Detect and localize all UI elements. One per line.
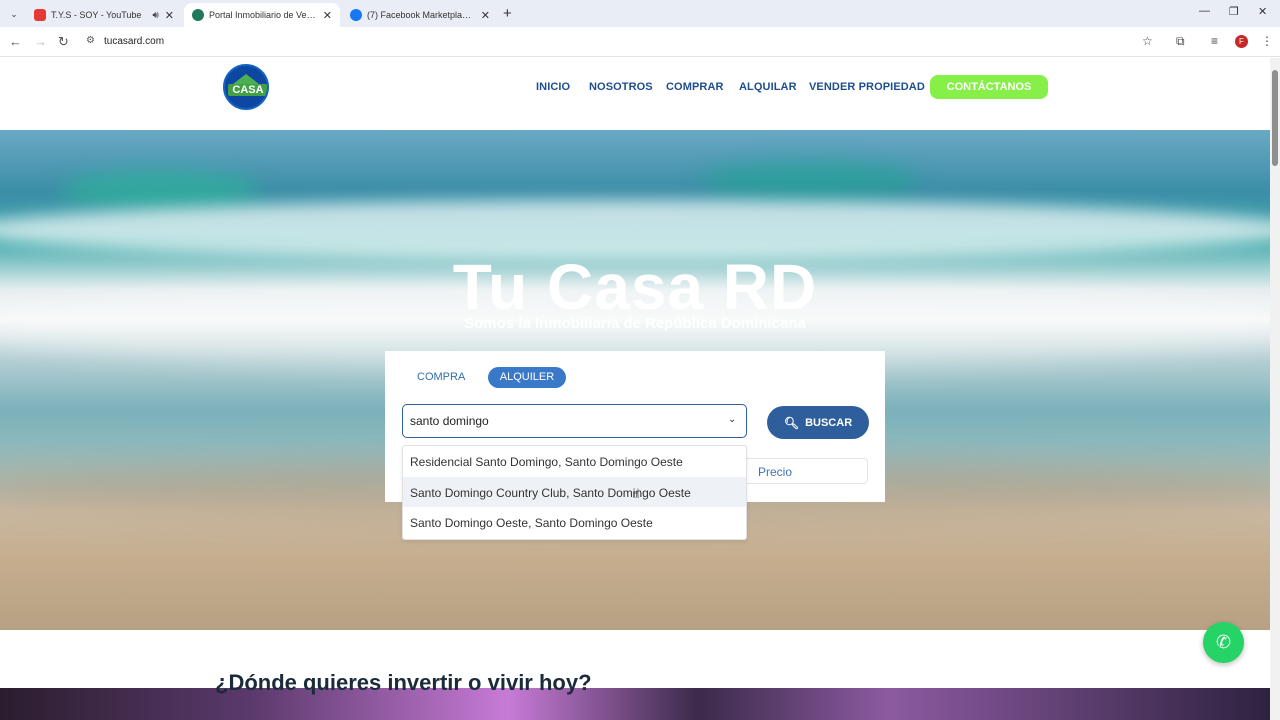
search-button-label: BUSCAR: [805, 416, 853, 429]
search-icon: 🔍︎: [783, 415, 800, 430]
facebook-favicon-icon: [350, 9, 362, 21]
close-tab-icon[interactable]: ✕: [323, 9, 332, 22]
chevron-down-icon[interactable]: ⌄: [728, 414, 736, 425]
nav-vender-propiedad[interactable]: VENDER PROPIEDAD: [809, 81, 925, 93]
logo-text: CASA: [228, 84, 267, 96]
section-title: ¿Dónde quieres invertir o vivir hoy?: [215, 670, 592, 695]
site-info-icon[interactable]: ⚙: [86, 35, 95, 46]
media-control-icon[interactable]: ≡: [1211, 34, 1218, 48]
hero-title: Tu Casa RD: [452, 251, 818, 323]
house-roof-icon: [233, 74, 259, 84]
back-icon[interactable]: ←: [9, 34, 22, 49]
nav-inicio[interactable]: INICIO: [536, 81, 570, 93]
suggestion-item[interactable]: Residencial Santo Domingo, Santo Domingo…: [403, 446, 746, 476]
whatsapp-button[interactable]: ✆: [1203, 622, 1244, 663]
forward-icon[interactable]: →: [34, 34, 47, 49]
speaker-icon[interactable]: 🔊︎: [152, 10, 158, 21]
price-filter-label: Precio: [758, 465, 793, 479]
contact-button[interactable]: CONTÁCTANOS: [930, 75, 1048, 99]
search-button[interactable]: 🔍︎ BUSCAR: [767, 406, 869, 439]
wave-decoration: [60, 170, 260, 210]
mouse-cursor-icon: ☝: [632, 486, 640, 501]
suggestion-item-highlighted[interactable]: Santo Domingo Country Club, Santo Doming…: [403, 477, 746, 507]
youtube-favicon-icon: [34, 9, 46, 21]
profile-avatar[interactable]: F: [1235, 35, 1248, 48]
location-suggestions-dropdown: Residencial Santo Domingo, Santo Domingo…: [402, 445, 747, 540]
close-tab-icon[interactable]: ✕: [481, 9, 490, 22]
tab-search-icon[interactable]: ⌄: [6, 6, 22, 22]
location-search-input[interactable]: [402, 404, 747, 438]
site-logo[interactable]: CASA: [223, 64, 269, 110]
new-tab-icon[interactable]: +: [503, 5, 512, 22]
bookmark-star-icon[interactable]: ☆: [1142, 34, 1153, 48]
tab-title: T.Y.S - SOY - YouTube: [51, 10, 142, 20]
price-filter[interactable]: Precio: [740, 458, 868, 484]
minimize-icon[interactable]: —: [1199, 5, 1210, 17]
site-header: [0, 58, 1270, 130]
tab-title: Portal Inmobiliario de Venta y Alquiler: [209, 10, 317, 20]
menu-kebab-icon[interactable]: ⋮: [1261, 34, 1273, 48]
reload-icon[interactable]: ↻: [58, 34, 69, 50]
browser-tab-youtube[interactable]: T.Y.S - SOY - YouTube 🔊︎ ✕: [26, 3, 182, 27]
tab-alquiler[interactable]: ALQUILER: [488, 367, 566, 388]
nav-nosotros[interactable]: NOSOTROS: [589, 81, 653, 93]
nav-alquilar[interactable]: ALQUILAR: [739, 81, 797, 93]
url-field[interactable]: tucasard.com: [104, 36, 164, 47]
tucasa-favicon-icon: [192, 9, 204, 21]
whatsapp-icon: ✆: [1215, 632, 1232, 652]
tab-compra[interactable]: COMPRA: [417, 371, 465, 383]
browser-tab-bar: ⌄ T.Y.S - SOY - YouTube 🔊︎ ✕ Portal Inmo…: [0, 0, 1280, 27]
close-tab-icon[interactable]: ✕: [165, 9, 174, 22]
section-image-strip: [0, 688, 1270, 720]
hero-subtitle: Somos la Inmobiliaria de República Domin…: [464, 315, 806, 332]
browser-tab-facebook[interactable]: (7) Facebook Marketplace | Facebook ✕: [342, 3, 498, 27]
extensions-icon[interactable]: ⧉: [1176, 34, 1185, 49]
tab-title: (7) Facebook Marketplace | Facebook: [367, 10, 475, 20]
restore-icon[interactable]: ❐: [1229, 5, 1239, 18]
scrollbar-thumb[interactable]: [1272, 70, 1278, 166]
wave-decoration: [700, 160, 920, 200]
browser-tab-tucasa[interactable]: Portal Inmobiliario de Venta y Alquiler …: [184, 3, 340, 27]
suggestion-item[interactable]: Santo Domingo Oeste, Santo Domingo Oeste: [403, 507, 746, 537]
window-close-icon[interactable]: ✕: [1258, 5, 1267, 18]
nav-comprar[interactable]: COMPRAR: [666, 81, 724, 93]
address-bar: ← → ↻ ⚙ tucasard.com ☆ ⧉ ≡ ⋮: [0, 27, 1280, 57]
